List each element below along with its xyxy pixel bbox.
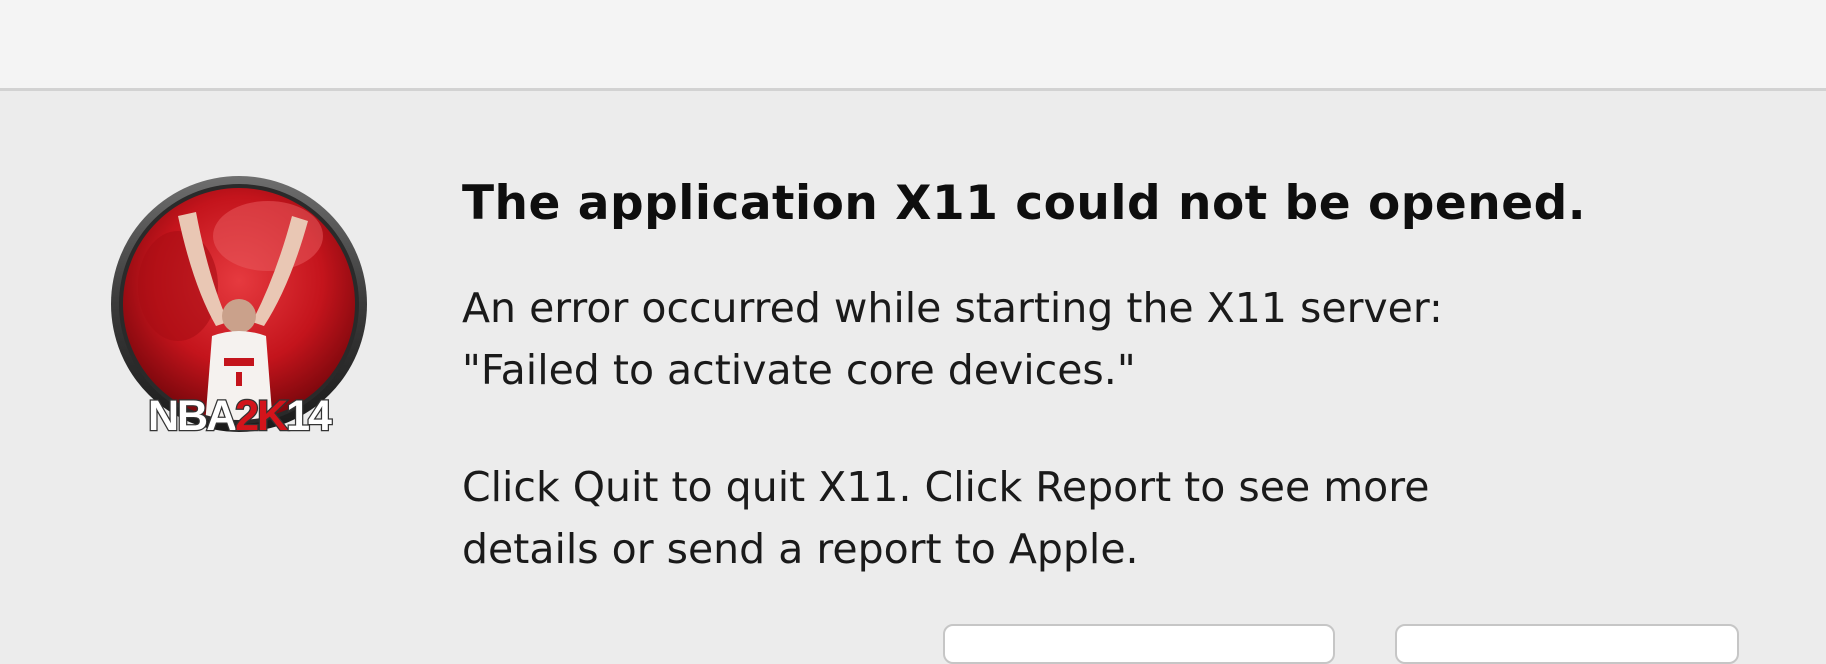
- report-button[interactable]: [943, 624, 1335, 664]
- window-titlebar: [0, 0, 1826, 91]
- svg-text:NBA2K14: NBA2K14: [148, 392, 332, 440]
- dialog-title: The application X11 could not be opened.: [462, 176, 1587, 231]
- quit-button[interactable]: [1395, 624, 1739, 664]
- error-message-line: "Failed to activate core devices.": [462, 346, 1136, 394]
- instruction-line: Click Quit to quit X11. Click Report to …: [462, 463, 1430, 511]
- nba-2k14-app-icon: NBA2K14: [111, 176, 367, 441]
- error-message-line: An error occurred while starting the X11…: [462, 284, 1443, 332]
- instruction-line: details or send a report to Apple.: [462, 525, 1139, 573]
